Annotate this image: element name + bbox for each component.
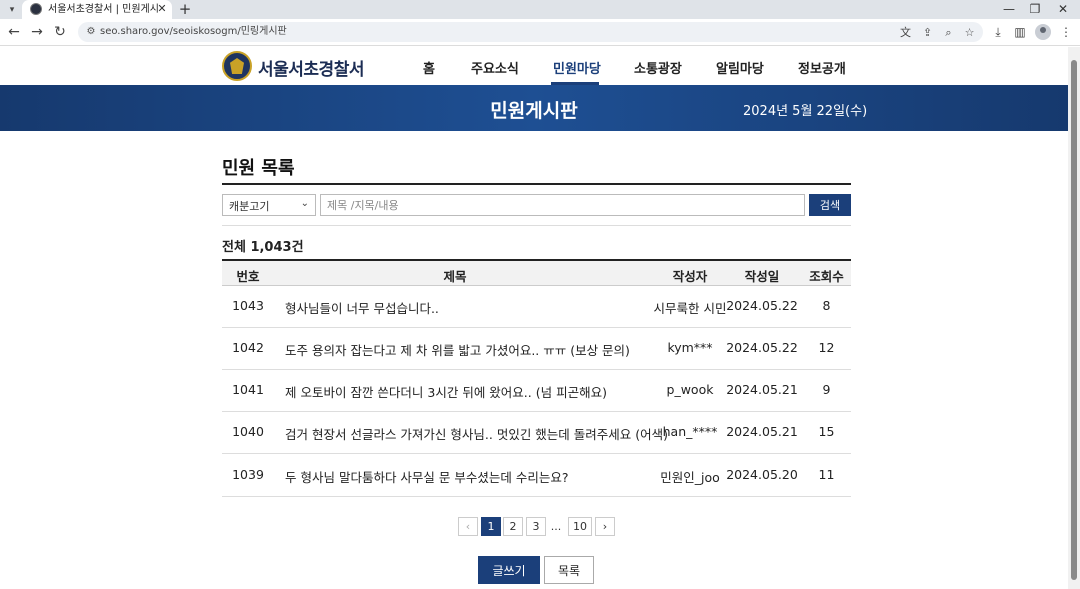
zoom-icon[interactable]: ⌕ xyxy=(941,25,956,40)
column-header-title: 제목 xyxy=(443,269,467,284)
search-category-value: 캐분고기 xyxy=(229,200,270,213)
column-header-date: 작성일 xyxy=(744,269,780,284)
address-bar[interactable]: ⚙ seo.sharo.gov/seoiskosogm/민링게시판 文 ⇪ ⌕ … xyxy=(78,22,983,42)
row-date: 2024.05.21 xyxy=(726,382,798,397)
pagination-next[interactable]: › xyxy=(595,517,615,536)
row-date: 2024.05.20 xyxy=(726,467,798,482)
translate-icon[interactable]: 文 xyxy=(898,25,913,40)
row-date: 2024.05.22 xyxy=(726,298,798,313)
police-emblem-icon xyxy=(30,3,42,15)
search-category-select[interactable]: 캐분고기 ⌄ xyxy=(222,194,316,216)
scrollbar-thumb[interactable] xyxy=(1071,60,1077,580)
row-views: 15 xyxy=(818,424,835,439)
browser-tab-bar: ▾ 서울서초경찰서 | 민원게시판 ✕ + — ❐ ✕ xyxy=(0,0,1080,19)
pagination-page-3[interactable]: 3 xyxy=(526,517,546,536)
url-text: seo.sharo.gov/seoiskosogm/민링게시판 xyxy=(100,26,287,37)
row-views: 12 xyxy=(818,340,835,355)
pagination-prev[interactable]: ‹ xyxy=(458,517,478,536)
restore-icon[interactable]: ❐ xyxy=(1022,1,1048,17)
row-date: 2024.05.21 xyxy=(726,424,798,439)
banner-date: 2024년 5월 22일(수) xyxy=(743,104,868,119)
row-title-link[interactable]: 형사님들이 너무 무섭습니다.. xyxy=(285,298,645,317)
tab-title: 서울서초경찰서 | 민원게시판 xyxy=(48,4,158,15)
nav-home[interactable]: 홈 xyxy=(423,58,435,77)
arrow-left-icon[interactable]: ← xyxy=(4,23,24,41)
tune-icon[interactable]: ⚙ xyxy=(85,26,97,38)
browser-tab[interactable]: 서울서초경찰서 | 민원게시판 ✕ xyxy=(22,0,172,19)
search-input[interactable] xyxy=(320,194,805,216)
minimize-icon[interactable]: — xyxy=(996,1,1022,17)
nav-civil-service[interactable]: 민원마당 xyxy=(553,58,601,77)
divider xyxy=(222,225,851,226)
row-number: 1043 xyxy=(232,298,264,313)
nav-info-disclosure[interactable]: 정보공개 xyxy=(798,58,846,77)
table-row[interactable]: 1041 제 오토바이 잠깐 쓴다더니 3시간 뒤에 왔어요.. (넘 피곤해요… xyxy=(222,370,851,412)
site-header: 서울서초경찰서 홈 주요소식 민원마당 소통광장 알림마당 정보공개 xyxy=(0,47,1068,85)
page-banner: 민원게시판 2024년 5월 22일(수) xyxy=(0,85,1068,131)
more-vertical-icon[interactable]: ⋮ xyxy=(1058,24,1074,40)
divider xyxy=(222,183,851,185)
site-logo-text[interactable]: 서울서초경찰서 xyxy=(258,55,364,80)
download-icon[interactable]: ⤓ xyxy=(990,24,1006,40)
chevron-down-icon[interactable]: ▾ xyxy=(5,3,19,17)
star-icon[interactable]: ☆ xyxy=(962,25,977,40)
write-button[interactable]: 글쓰기 xyxy=(478,556,540,584)
row-number: 1041 xyxy=(232,382,264,397)
reload-icon[interactable]: ↻ xyxy=(50,23,70,41)
pagination-ellipsis: ... xyxy=(550,520,562,533)
row-title-link[interactable]: 도주 용의자 잡는다고 제 차 위를 밟고 가셨어요.. ㅠㅠ (보상 문의) xyxy=(285,340,645,359)
row-number: 1040 xyxy=(232,424,264,439)
row-views: 8 xyxy=(822,298,831,313)
police-emblem-icon[interactable] xyxy=(222,51,252,81)
row-title-link[interactable]: 두 형사님 말다툼하다 사무실 문 부수셨는데 수리는요? xyxy=(285,467,645,486)
page-title: 민원게시판 xyxy=(490,100,578,122)
board-title: 민원 목록 xyxy=(222,158,295,179)
row-date: 2024.05.22 xyxy=(726,340,798,355)
arrow-right-icon[interactable]: → xyxy=(27,23,47,41)
list-button[interactable]: 목록 xyxy=(544,556,594,584)
table-row[interactable]: 1040 검거 현장서 선글라스 가져가신 형사님.. 멋있긴 했는데 돌려주세… xyxy=(222,412,851,454)
side-panel-icon[interactable]: ▥ xyxy=(1012,24,1028,40)
close-icon[interactable]: ✕ xyxy=(155,2,169,16)
row-views: 9 xyxy=(822,382,831,397)
nav-notice[interactable]: 알림마당 xyxy=(716,58,764,77)
search-button[interactable]: 검색 xyxy=(809,194,851,216)
column-header-number: 번호 xyxy=(236,269,260,284)
table-row[interactable]: 1043 형사님들이 너무 무섭습니다.. 시무룩한 시민 2024.05.22… xyxy=(222,286,851,328)
table-row[interactable]: 1042 도주 용의자 잡는다고 제 차 위를 밟고 가셨어요.. ㅠㅠ (보상… xyxy=(222,328,851,370)
row-title-link[interactable]: 제 오토바이 잠깐 쓴다더니 3시간 뒤에 왔어요.. (넘 피곤해요) xyxy=(285,382,645,401)
row-title-link[interactable]: 검거 현장서 선글라스 가져가신 형사님.. 멋있긴 했는데 돌려주세요 (어색… xyxy=(285,424,668,443)
share-icon[interactable]: ⇪ xyxy=(920,25,935,40)
column-header-views: 조회수 xyxy=(809,269,844,284)
pagination-page-2[interactable]: 2 xyxy=(503,517,523,536)
chevron-down-icon: ⌄ xyxy=(300,198,309,209)
close-window-icon[interactable]: ✕ xyxy=(1050,1,1076,17)
table-header: 번호 제목 작성자 작성일 조회수 xyxy=(222,259,851,286)
row-number: 1039 xyxy=(232,467,264,482)
row-number: 1042 xyxy=(232,340,264,355)
total-count: 전체 1,043건 xyxy=(222,240,304,255)
plus-icon[interactable]: + xyxy=(177,1,193,17)
row-views: 11 xyxy=(818,467,835,482)
pagination-page-last[interactable]: 10 xyxy=(568,517,592,536)
table-row[interactable]: 1039 두 형사님 말다툼하다 사무실 문 부수셨는데 수리는요? 민원인_j… xyxy=(222,455,851,497)
browser-toolbar: ← → ↻ ⚙ seo.sharo.gov/seoiskosogm/민링게시판 … xyxy=(0,19,1080,46)
avatar-icon[interactable] xyxy=(1035,24,1051,40)
nav-news[interactable]: 주요소식 xyxy=(471,58,519,77)
pagination-page-1[interactable]: 1 xyxy=(481,517,501,536)
nav-communication[interactable]: 소통광장 xyxy=(634,58,682,77)
